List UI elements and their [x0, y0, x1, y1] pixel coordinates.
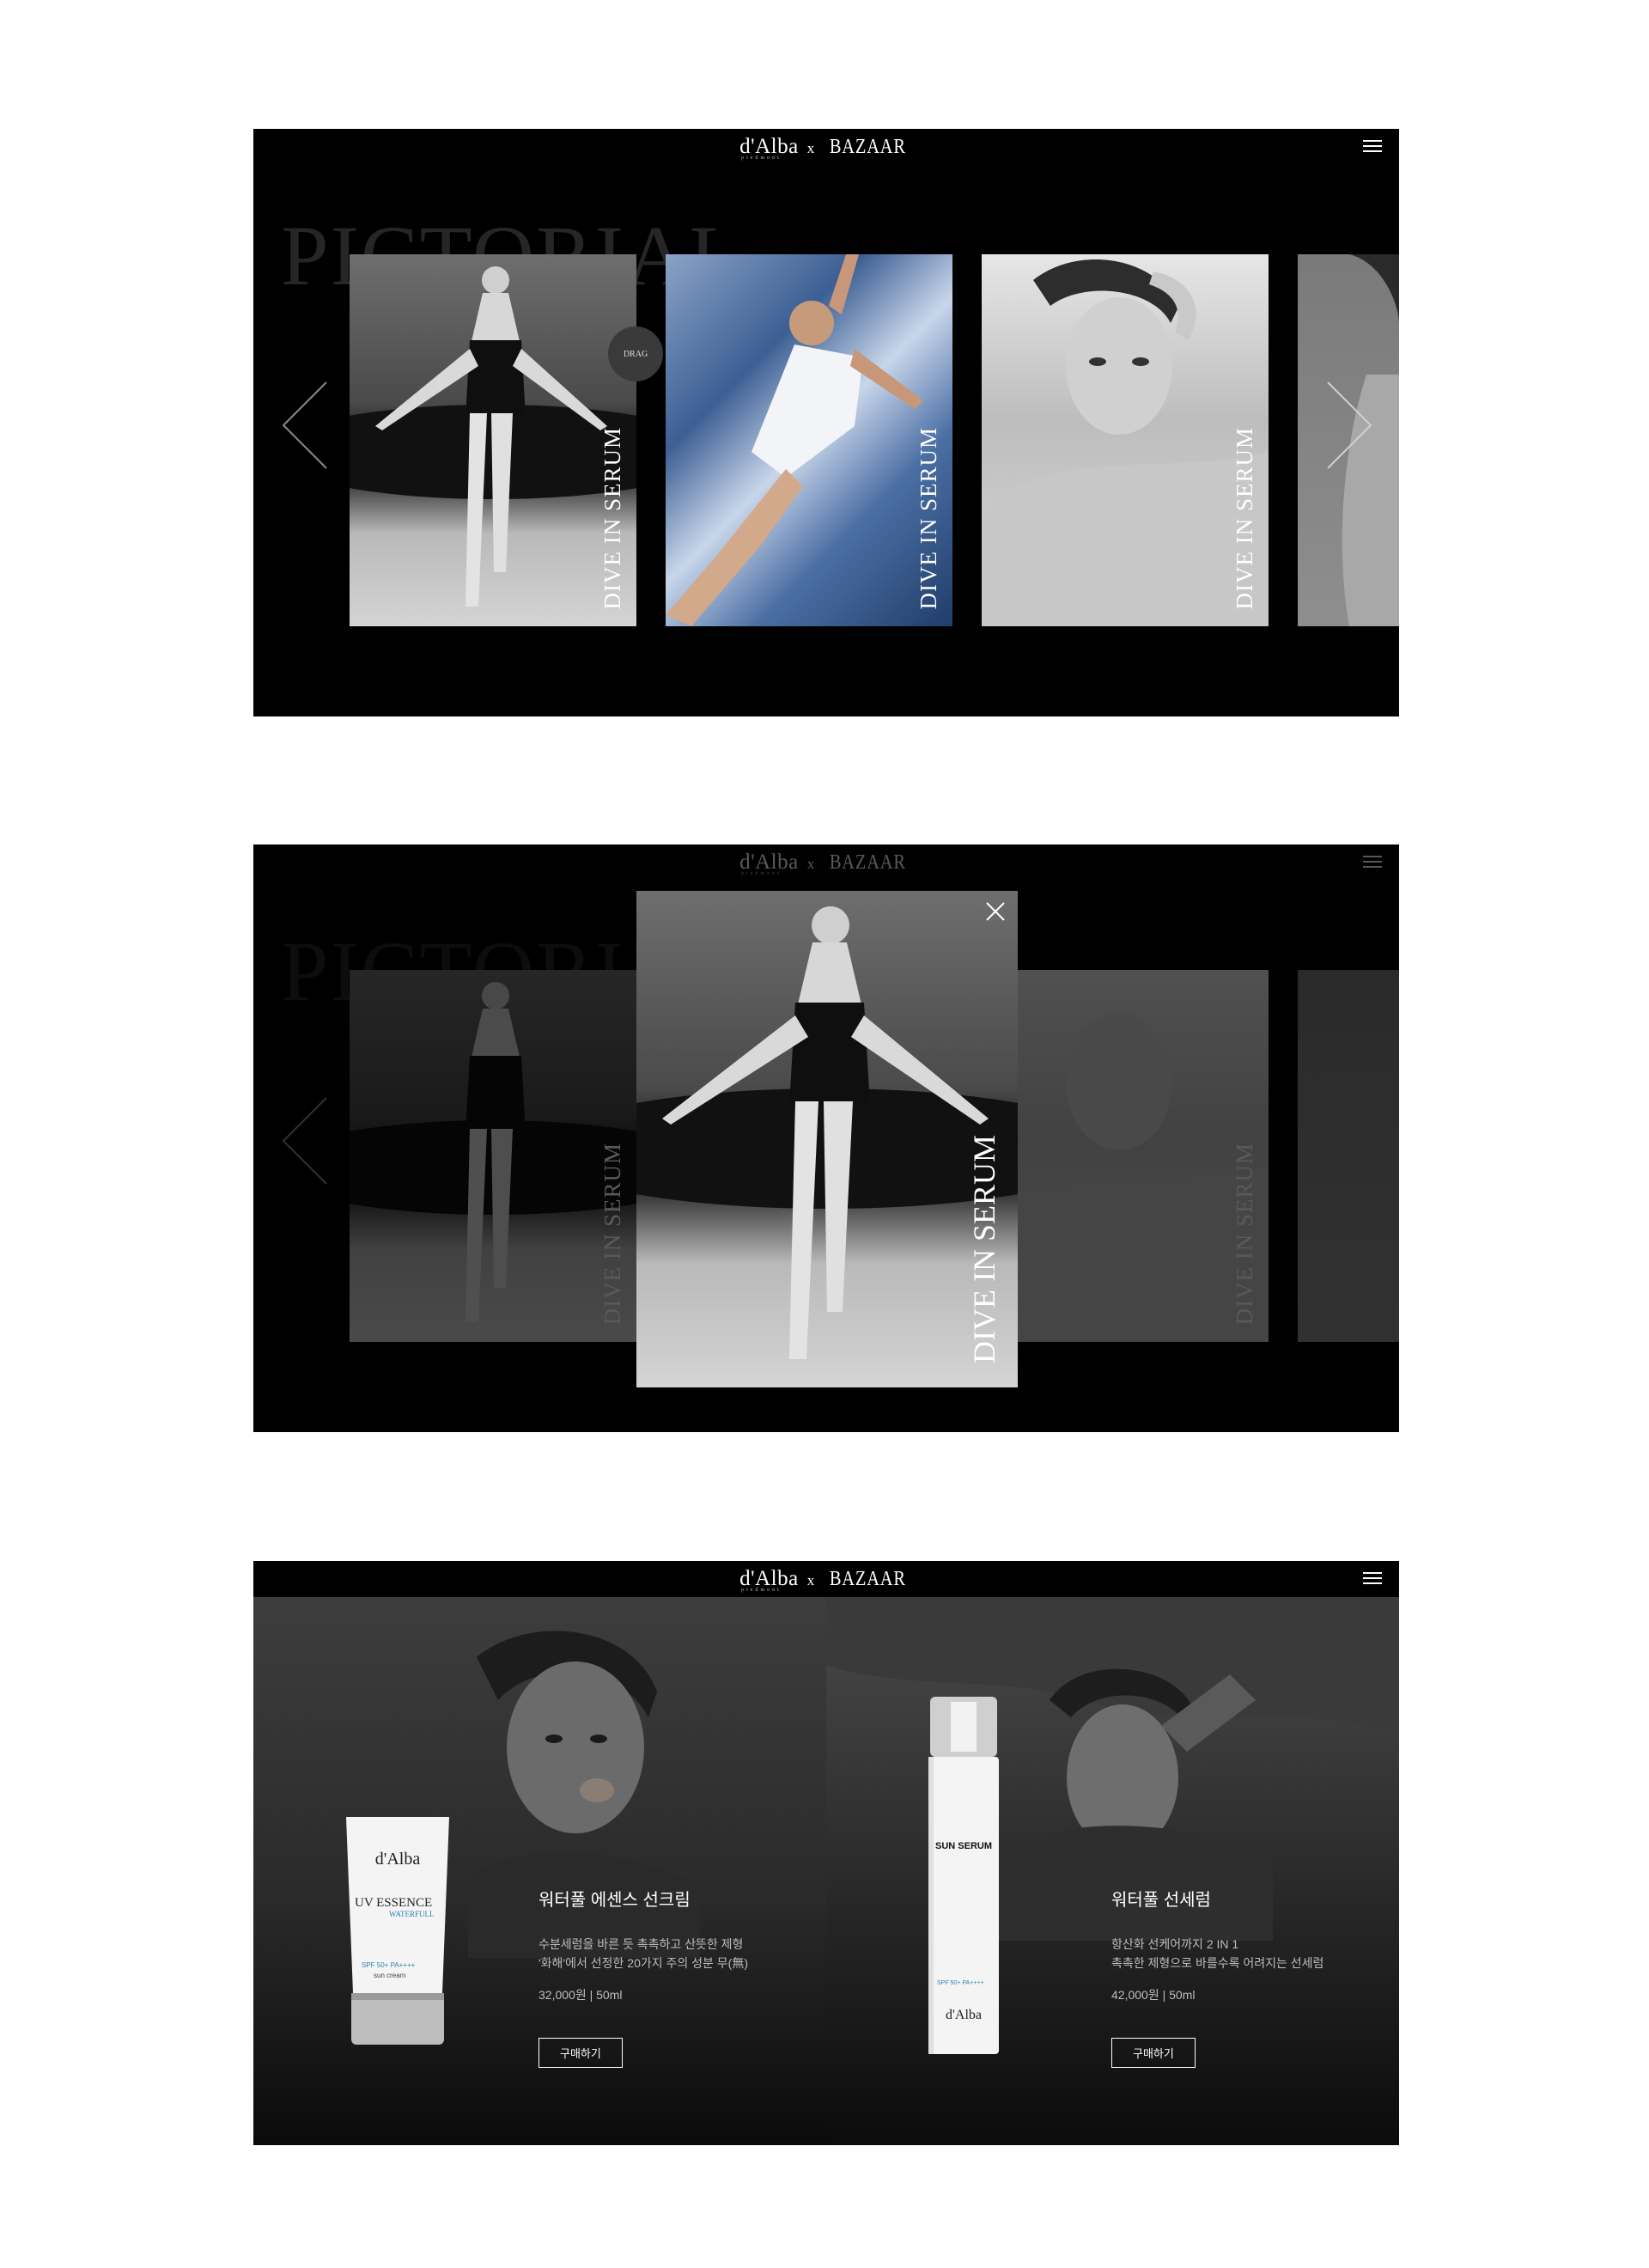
product-name: 워터풀 선세럼 [1111, 1891, 1211, 1910]
prev-arrow-icon[interactable] [279, 378, 331, 472]
sun-serum-product-image: SUN SERUM SPF 50+ PA++++ d'Alba [925, 1697, 1002, 2054]
product-info: 워터풀 에센스 선크림 수분세럼을 바른 듯 촉촉하고 산뜻한 제형 '화해'에… [539, 1886, 813, 2068]
slide-3[interactable]: DIVE IN SERUM [982, 254, 1269, 626]
modal-caption: DIVE IN SERUM [967, 1135, 1001, 1363]
site-header: d'Albapiedmont x BAZAAR [253, 1561, 1399, 1597]
model-photo [982, 259, 1269, 626]
product-description: 수분세럼을 바른 듯 촉촉하고 산뜻한 제형 '화해'에서 선정한 20가지 주… [539, 1937, 749, 1970]
product-info: 워터풀 선세럼 항산화 선케어까지 2 IN 1 촉촉한 제형으로 바를수록 어… [1111, 1886, 1386, 2068]
product-description: 항산화 선케어까지 2 IN 1 촉촉한 제형으로 바를수록 어려지는 선세럼 [1111, 1937, 1324, 1970]
pack-type: sun cream [374, 1972, 406, 1979]
next-arrow-icon[interactable] [1323, 378, 1375, 472]
pack-brand: d'Alba [374, 1850, 421, 1869]
close-icon[interactable] [983, 899, 1007, 924]
pictorial-modal-section: d'Albapiedmont x BAZAAR PICTORIAL DIVE I… [253, 844, 1399, 1432]
drag-badge: DRAG [608, 326, 663, 381]
model-photo [350, 266, 636, 607]
slide-caption: DIVE IN SERUM [599, 426, 625, 610]
pack-sub: WATERFULL [389, 1910, 435, 1918]
slide-2[interactable]: DIVE IN SERUM [666, 254, 952, 626]
site-header: d'Albapiedmont x BAZAAR [253, 129, 1399, 165]
hamburger-menu-icon[interactable] [1363, 1572, 1382, 1586]
pack-spf: SPF 50+ PA++++ [937, 1980, 984, 1986]
bottle-illustration [928, 1697, 999, 2054]
brand-logo[interactable]: d'Albapiedmont x BAZAAR [739, 135, 913, 161]
pack-title: UV ESSENCE [355, 1896, 433, 1910]
slide-1[interactable]: DIVE IN SERUM [350, 254, 636, 626]
brand-logo[interactable]: d'Albapiedmont x BAZAAR [739, 1567, 913, 1593]
sun-cream-product-image: d'Alba UV ESSENCE WATERFULL SPF 50+ PA++… [339, 1817, 456, 2049]
pictorial-section: d'Albapiedmont x BAZAAR PICTORIAL DIVE I… [253, 129, 1399, 716]
pack-title: SUN SERUM [934, 1841, 992, 1851]
pictorial-modal: DIVE IN SERUM [636, 891, 1018, 1387]
hamburger-menu-icon[interactable] [1363, 140, 1382, 154]
product-price: 32,000원 | 50ml [539, 1988, 623, 2002]
product-price: 42,000원 | 50ml [1111, 1988, 1196, 2002]
model-photo [666, 254, 923, 626]
slide-caption: DIVE IN SERUM [1232, 426, 1257, 610]
buy-button[interactable]: 구매하기 [1111, 2038, 1196, 2068]
product-card-sun-cream: d'Alba UV ESSENCE WATERFULL SPF 50+ PA++… [253, 1597, 826, 2145]
product-name: 워터풀 에센스 선크림 [539, 1891, 691, 1910]
buy-button[interactable]: 구매하기 [539, 2038, 623, 2068]
pack-brand: d'Alba [946, 2008, 982, 2022]
pack-spf: SPF 50+ PA++++ [362, 1961, 416, 1969]
model-photo-large [636, 906, 1018, 1359]
products-section: d'Alba piedmont x BAZAAR d'Alba UV ESSENC… [253, 1561, 1399, 2145]
product-card-sun-serum: SUN SERUM SPF 50+ PA++++ d'Alba 워터풀 선세럼 … [826, 1597, 1399, 2145]
slide-caption: DIVE IN SERUM [916, 426, 941, 610]
